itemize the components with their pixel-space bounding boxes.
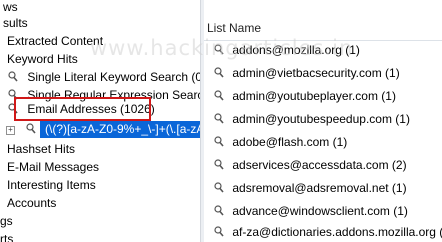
list-item[interactable]: af-za@dictionaries.addons.mozilla.org (1…: [214, 223, 442, 241]
tree-item-accounts[interactable]: Accounts: [7, 194, 56, 212]
tree-item-label: E-Mail Messages: [7, 160, 100, 174]
tree-item-label: Accounts: [7, 196, 57, 210]
list-item[interactable]: adsremoval@adsremoval.net (1): [214, 179, 407, 197]
tree-item-label: Single Literal Keyword Search (0): [27, 70, 200, 84]
list-pane: List Name addons@mozilla.org (1) admin@v…: [204, 0, 442, 242]
magnifier-icon: [214, 204, 224, 216]
expand-toggle[interactable]: +: [6, 126, 15, 135]
list-item-label: addons@mozilla.org (1): [232, 43, 360, 57]
tree-item-label: Keyword Hits: [7, 52, 78, 66]
magnifier-icon: [214, 181, 224, 193]
tree-item-keyword-hits[interactable]: Keyword Hits: [7, 50, 78, 68]
list-item[interactable]: adservices@accessdata.com (2): [214, 156, 407, 174]
tree-item-regex-selected[interactable]: (\(?)[a-zA-Z0-9%+_\-]+(\.[a-zA: [40, 121, 200, 138]
magnifier-icon: [8, 70, 18, 82]
magnifier-icon: [214, 89, 224, 101]
list-item[interactable]: admin@youtubeplayer.com (1): [214, 87, 396, 105]
column-header-list-name[interactable]: List Name: [204, 18, 261, 38]
tree-item-email-messages[interactable]: E-Mail Messages: [7, 158, 99, 176]
magnifier-icon: [214, 158, 224, 170]
tree-item-extracted-content[interactable]: Extracted Content: [7, 32, 103, 50]
list-item-label: adobe@flash.com (1): [232, 135, 348, 149]
list-item[interactable]: admin@youtubespeedup.com (1): [214, 110, 410, 128]
tree-item-tags[interactable]: gs: [0, 212, 13, 230]
tree-item-label: Extracted Content: [7, 34, 104, 48]
magnifier-icon: [214, 135, 224, 147]
highlight-box: [14, 97, 151, 121]
list-item-label: admin@youtubespeedup.com (1): [232, 112, 410, 126]
magnifier-icon: [214, 66, 224, 78]
list-item[interactable]: admin@vietbacsecurity.com (1): [214, 64, 400, 82]
tree-pane: ws sults Extracted Content Keyword Hits …: [0, 0, 200, 242]
tree-item-label: (\(?)[a-zA-Z0-9%+_\-]+(\.[a-zA: [45, 122, 200, 136]
tree-item-label: sults: [3, 16, 28, 30]
list-item-label: adsremoval@adsremoval.net (1): [232, 181, 407, 195]
magnifier-icon: [214, 112, 224, 124]
list-item-label: admin@youtubeplayer.com (1): [232, 89, 396, 103]
list-item-label: admin@vietbacsecurity.com (1): [232, 66, 400, 80]
tree-item-label: Hashset Hits: [7, 142, 76, 156]
list-item[interactable]: adobe@flash.com (1): [214, 133, 347, 151]
tree-item-label: rts: [0, 232, 14, 242]
list-item[interactable]: addons@mozilla.org (1): [214, 41, 360, 59]
list-item[interactable]: advance@windowsclient.com (1): [214, 202, 408, 220]
tree-item-results[interactable]: sults: [3, 14, 28, 32]
magnifier-icon: [214, 43, 224, 55]
list-item-label: advance@windowsclient.com (1): [232, 204, 408, 218]
tree-item-label: ws: [3, 0, 18, 14]
tree-item-interesting-items[interactable]: Interesting Items: [7, 176, 96, 194]
tree-item-label: Interesting Items: [7, 178, 96, 192]
tree-item-label: gs: [0, 214, 13, 228]
tree-item-single-literal[interactable]: Single Literal Keyword Search (0): [8, 68, 200, 86]
list-item-label: adservices@accessdata.com (2): [232, 158, 407, 172]
magnifier-icon: [214, 225, 224, 237]
tree-item-hashset-hits[interactable]: Hashset Hits: [7, 140, 75, 158]
tree-item-reports[interactable]: rts: [0, 230, 13, 242]
list-item-label: af-za@dictionaries.addons.mozilla.org (1…: [232, 225, 442, 239]
magnifier-icon: [26, 123, 36, 138]
